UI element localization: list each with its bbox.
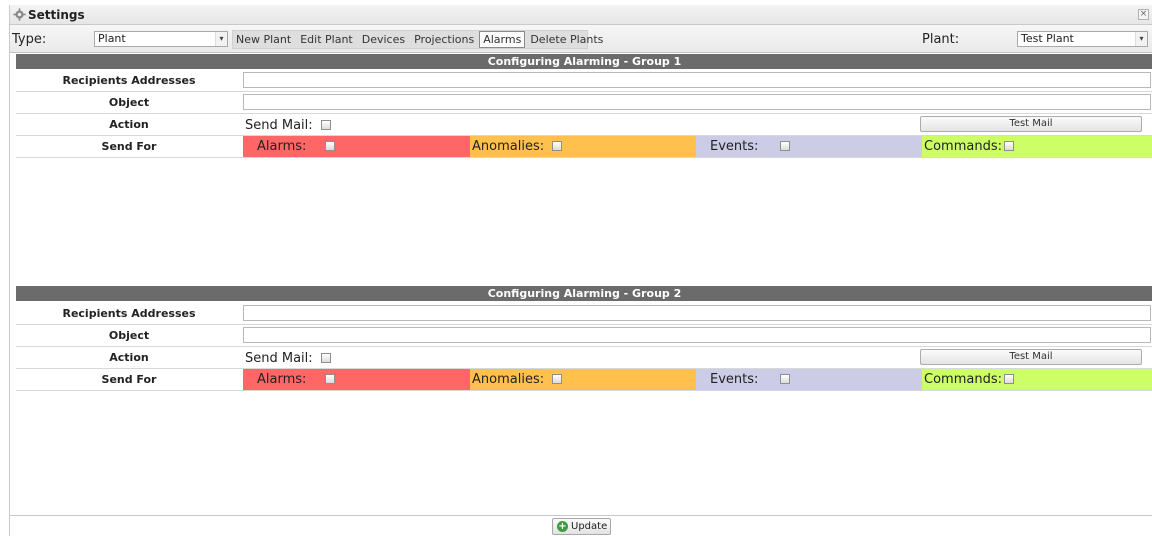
recipients-input[interactable] [243, 305, 1151, 321]
object-label: Object [108, 96, 150, 109]
update-label: Update [571, 521, 608, 532]
anomalies-checkbox[interactable] [552, 374, 562, 384]
type-label: Type: [12, 32, 47, 47]
alarms-cell: Alarms: [243, 369, 470, 390]
footer-bar: + Update [10, 515, 1152, 536]
tab-edit-plant[interactable]: Edit Plant [296, 31, 357, 48]
object-input[interactable] [243, 94, 1151, 110]
settings-window: Settings × Type: Plant ▾ New Plant Edit … [9, 5, 1152, 536]
toolbar: Type: Plant ▾ New Plant Edit Plant Devic… [10, 25, 1152, 53]
close-icon[interactable]: × [1138, 9, 1149, 20]
action-label: Action [109, 118, 149, 131]
chevron-down-icon[interactable]: ▾ [215, 32, 227, 46]
send-for-label: Send For [101, 373, 157, 386]
send-mail-label: Send Mail: [245, 351, 313, 366]
anomalies-label: Anomalies: [472, 372, 545, 387]
group-1-object-row: Object [16, 92, 1152, 114]
window-title: Settings [28, 8, 85, 22]
events-checkbox[interactable] [780, 141, 790, 151]
group-1-header: Configuring Alarming - Group 1 [16, 54, 1152, 69]
group-1-sendfor-row: Send For Alarms: Anomalies: Events: Comm… [16, 136, 1152, 158]
group-2-object-row: Object [16, 325, 1152, 347]
events-cell: Events: [696, 369, 922, 390]
tab-new-plant[interactable]: New Plant [232, 31, 295, 48]
group-1-recipients-row: Recipients Addresses [16, 70, 1152, 92]
tab-projections[interactable]: Projections [410, 31, 478, 48]
anomalies-cell: Anomalies: [470, 136, 696, 157]
tab-delete-plants[interactable]: Delete Plants [526, 31, 607, 48]
tabs: New Plant Edit Plant Devices Projections… [232, 31, 608, 49]
group-2-action-row: Action Send Mail: Test Mail [16, 347, 1152, 369]
commands-label: Commands: [924, 372, 1002, 387]
type-select-value: Plant [98, 32, 126, 45]
anomalies-label: Anomalies: [472, 139, 545, 154]
title-bar: Settings × [10, 5, 1152, 25]
alarms-checkbox[interactable] [325, 141, 335, 151]
gear-icon [13, 8, 26, 21]
test-mail-button[interactable]: Test Mail [920, 349, 1142, 365]
send-for-label: Send For [101, 140, 157, 153]
events-checkbox[interactable] [780, 374, 790, 384]
group-2-recipients-row: Recipients Addresses [16, 303, 1152, 325]
plant-select[interactable]: Test Plant ▾ [1017, 31, 1148, 47]
send-mail-checkbox[interactable] [321, 353, 331, 363]
recipients-label: Recipients Addresses [62, 74, 196, 87]
object-input[interactable] [243, 327, 1151, 343]
commands-checkbox[interactable] [1004, 374, 1014, 384]
chevron-down-icon[interactable]: ▾ [1135, 32, 1147, 46]
commands-cell: Commands: [922, 369, 1152, 390]
group-2-header: Configuring Alarming - Group 2 [16, 286, 1152, 301]
tab-devices[interactable]: Devices [358, 31, 409, 48]
object-label: Object [108, 329, 150, 342]
plant-label: Plant: [922, 32, 960, 47]
group-1-action-row: Action Send Mail: Test Mail [16, 114, 1152, 136]
group-2-sendfor-row: Send For Alarms: Anomalies: Events: Comm… [16, 369, 1152, 391]
plant-select-value: Test Plant [1021, 32, 1074, 45]
tab-alarms[interactable]: Alarms [479, 31, 526, 48]
events-label: Events: [710, 372, 759, 387]
commands-label: Commands: [924, 139, 1002, 154]
alarms-label: Alarms: [257, 372, 307, 387]
test-mail-button[interactable]: Test Mail [920, 116, 1142, 132]
alarms-cell: Alarms: [243, 136, 470, 157]
events-label: Events: [710, 139, 759, 154]
recipients-input[interactable] [243, 72, 1151, 88]
send-mail-checkbox[interactable] [321, 120, 331, 130]
anomalies-cell: Anomalies: [470, 369, 696, 390]
plus-circle-icon: + [557, 521, 568, 532]
alarms-label: Alarms: [257, 139, 307, 154]
anomalies-checkbox[interactable] [552, 141, 562, 151]
send-mail-label: Send Mail: [245, 118, 313, 133]
action-label: Action [109, 351, 149, 364]
events-cell: Events: [696, 136, 922, 157]
commands-cell: Commands: [922, 136, 1152, 157]
type-select[interactable]: Plant ▾ [94, 31, 228, 47]
update-button[interactable]: + Update [552, 518, 611, 535]
alarms-checkbox[interactable] [325, 374, 335, 384]
recipients-label: Recipients Addresses [62, 307, 196, 320]
commands-checkbox[interactable] [1004, 141, 1014, 151]
